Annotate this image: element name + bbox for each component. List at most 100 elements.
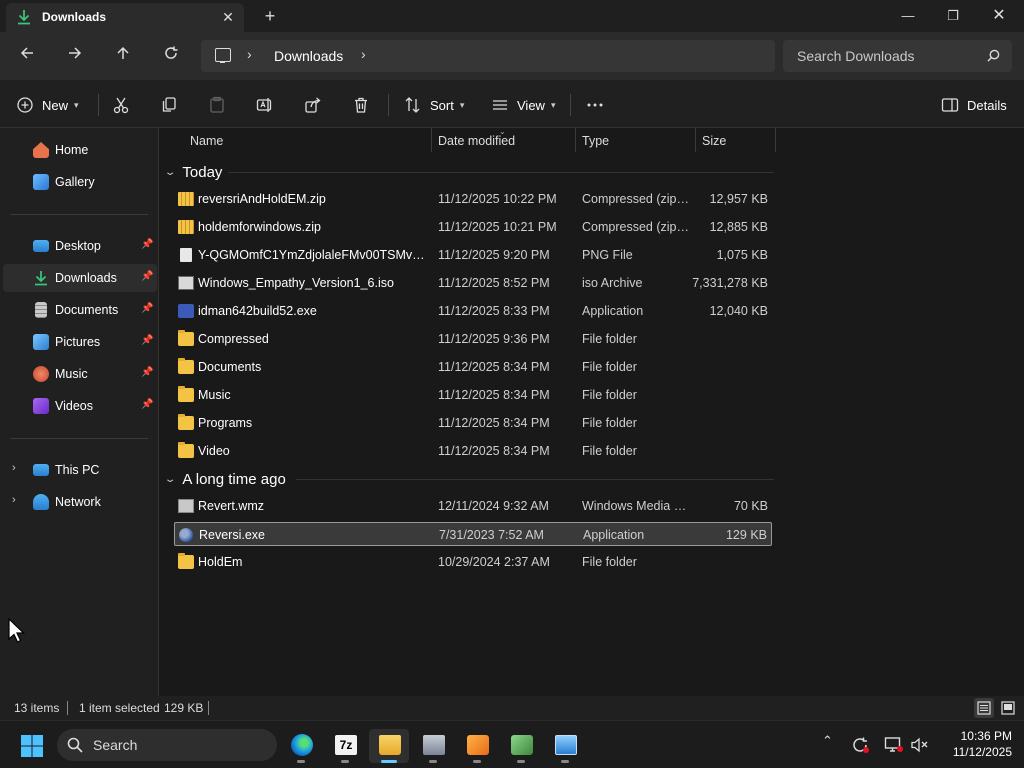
- view-button[interactable]: View ▾: [491, 92, 555, 118]
- scissors-icon: [113, 97, 129, 114]
- file-row[interactable]: Y-QGMOmfC1YmZdjolaleFMv00TSMvkjJ... 11/12…: [174, 243, 772, 267]
- start-button[interactable]: [12, 729, 52, 763]
- file-row[interactable]: Programs 11/12/2025 8:34 PM File folder: [174, 411, 772, 435]
- tab-close-icon[interactable]: ✕: [218, 7, 238, 27]
- file-date: 11/12/2025 8:34 PM: [438, 416, 550, 430]
- taskbar-app-edge[interactable]: [281, 729, 321, 763]
- download-icon: [18, 10, 30, 25]
- pin-icon[interactable]: 📌: [141, 239, 153, 250]
- chevron-right-icon[interactable]: ›: [361, 46, 366, 62]
- new-button[interactable]: New ▾: [16, 92, 79, 118]
- sidebar-label: Downloads: [55, 271, 117, 285]
- minimize-button[interactable]: —: [885, 0, 931, 32]
- rename-button[interactable]: [256, 92, 274, 118]
- pin-icon[interactable]: 📌: [141, 303, 153, 314]
- sidebar-item-pictures[interactable]: Pictures 📌: [3, 328, 157, 356]
- file-row[interactable]: reversriAndHoldEM.zip 11/12/2025 10:22 PM…: [174, 187, 772, 211]
- large-icons-view-toggle[interactable]: [998, 698, 1018, 718]
- delete-button[interactable]: [352, 92, 370, 118]
- chevron-right-icon[interactable]: ›: [12, 462, 16, 474]
- pin-icon[interactable]: 📌: [141, 335, 153, 346]
- search-input[interactable]: Search Downloads: [797, 48, 915, 64]
- share-button[interactable]: [304, 92, 322, 118]
- details-view-toggle[interactable]: [974, 698, 994, 718]
- close-window-button[interactable]: ✕: [976, 0, 1022, 32]
- search-label: Search: [93, 737, 138, 753]
- 7zip-icon: 7z: [335, 735, 357, 755]
- taskbar-search[interactable]: Search: [57, 729, 277, 761]
- column-header-size[interactable]: Size: [702, 128, 726, 154]
- chevron-right-icon[interactable]: ›: [247, 46, 252, 62]
- file-row[interactable]: idman642build52.exe 11/12/2025 8:33 PM App…: [174, 299, 772, 323]
- file-row[interactable]: Revert.wmz 12/11/2024 9:32 AM Windows Medi…: [174, 494, 772, 518]
- taskbar-app-installer[interactable]: [501, 729, 541, 763]
- taskbar-clock[interactable]: 10:36 PM 11/12/2025: [936, 728, 1012, 760]
- sidebar-item-network[interactable]: › Network: [3, 488, 157, 516]
- sort-button[interactable]: Sort ▾: [404, 92, 464, 118]
- details-label: Details: [967, 97, 1007, 113]
- column-header-type[interactable]: Type: [582, 128, 609, 154]
- copy-button[interactable]: [160, 92, 178, 118]
- sidebar-item-downloads[interactable]: Downloads 📌: [3, 264, 157, 292]
- file-type: File folder: [582, 416, 637, 430]
- file-row[interactable]: Music 11/12/2025 8:34 PM File folder: [174, 383, 772, 407]
- group-header-older[interactable]: ⌄ A long time ago: [164, 467, 286, 491]
- new-tab-button[interactable]: +: [258, 5, 282, 27]
- display-icon[interactable]: [884, 736, 904, 754]
- refresh-button[interactable]: [156, 42, 186, 70]
- column-header-name[interactable]: Name: [190, 128, 223, 154]
- volume-muted-icon[interactable]: [910, 736, 930, 754]
- cut-button[interactable]: [112, 92, 130, 118]
- sidebar-item-documents[interactable]: Documents 📌: [3, 296, 157, 324]
- more-options-button[interactable]: [586, 92, 604, 118]
- file-type: Application: [582, 304, 644, 318]
- details-view-icon: [977, 701, 991, 715]
- breadcrumb-downloads[interactable]: Downloads: [274, 48, 343, 64]
- sidebar-item-gallery[interactable]: Gallery: [3, 168, 157, 196]
- taskbar-app-file-explorer[interactable]: [369, 729, 409, 763]
- file-row[interactable]: holdemforwindows.zip 11/12/2025 10:21 PM C…: [174, 215, 772, 239]
- up-button[interactable]: [108, 42, 138, 70]
- taskbar-app-archive[interactable]: [413, 729, 453, 763]
- pin-icon[interactable]: 📌: [141, 367, 153, 378]
- taskbar-app-media[interactable]: [457, 729, 497, 763]
- tab-downloads[interactable]: Downloads ✕: [6, 3, 244, 32]
- group-label: A long time ago: [182, 470, 286, 488]
- sidebar-label: Pictures: [55, 335, 101, 349]
- file-row[interactable]: Reversi.exe 7/31/2023 7:52 AM Application 1…: [174, 522, 772, 546]
- sidebar-label: Documents: [55, 303, 119, 317]
- file-size: 129 KB: [725, 528, 767, 542]
- forward-button[interactable]: [60, 42, 90, 70]
- file-row[interactable]: Windows_Empathy_Version1_6.iso 11/12/2025…: [174, 271, 772, 295]
- address-bar[interactable]: › Downloads ›: [201, 40, 775, 72]
- group-header-today[interactable]: ⌄ Today: [164, 160, 223, 184]
- file-row[interactable]: Documents 11/12/2025 8:34 PM File folder: [174, 355, 772, 379]
- sidebar-item-music[interactable]: Music 📌: [3, 360, 157, 388]
- search-box[interactable]: Search Downloads: [783, 40, 1012, 72]
- maximize-button[interactable]: ❐: [930, 0, 976, 32]
- pin-icon[interactable]: 📌: [141, 399, 153, 410]
- sidebar-item-this-pc[interactable]: › This PC: [3, 456, 157, 484]
- taskbar-app-window[interactable]: [545, 729, 585, 763]
- show-hidden-icons[interactable]: ⌃: [822, 733, 833, 749]
- details-button[interactable]: Details: [941, 92, 1007, 118]
- sidebar-item-desktop[interactable]: Desktop 📌: [3, 232, 157, 260]
- desktop-icon: [33, 240, 49, 252]
- taskbar: Search 7z ⌃ 10:36 PM 11/12/2025: [0, 720, 1024, 768]
- pin-icon[interactable]: 📌: [141, 271, 153, 282]
- sidebar-item-home[interactable]: Home: [3, 136, 157, 164]
- file-row[interactable]: Compressed 11/12/2025 9:36 PM File folder: [174, 327, 772, 351]
- sync-icon[interactable]: [851, 736, 871, 754]
- file-name: Windows_Empathy_Version1_6.iso: [198, 276, 394, 290]
- paste-button[interactable]: [208, 92, 226, 118]
- chevron-down-icon: ▾: [459, 99, 465, 110]
- clock-date: 11/12/2025: [952, 745, 1012, 759]
- file-row[interactable]: Video 11/12/2025 8:34 PM File folder: [174, 439, 772, 463]
- chevron-right-icon[interactable]: ›: [12, 494, 16, 506]
- file-size: 12,957 KB: [709, 192, 768, 206]
- sidebar-item-videos[interactable]: Videos 📌: [3, 392, 157, 420]
- windows-logo-icon: [21, 735, 43, 757]
- back-button[interactable]: [12, 42, 42, 70]
- file-row[interactable]: HoldEm 10/29/2024 2:37 AM File folder: [174, 550, 772, 574]
- taskbar-app-7zip[interactable]: 7z: [325, 729, 365, 763]
